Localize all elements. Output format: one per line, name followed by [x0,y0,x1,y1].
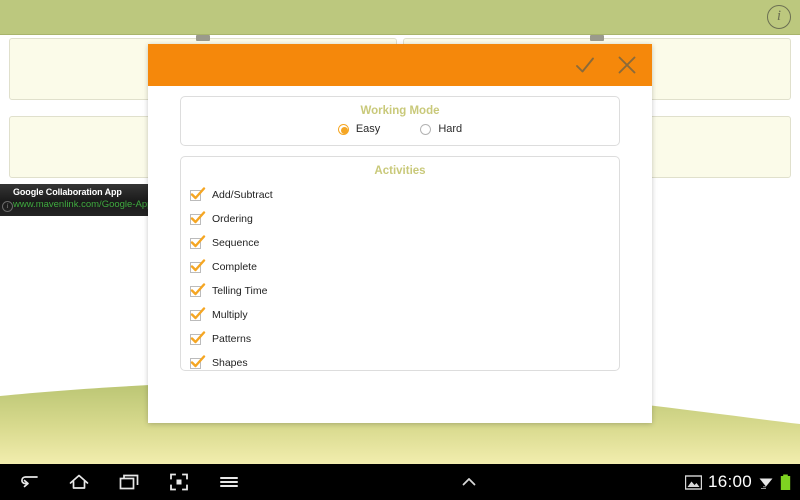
menu-button[interactable] [204,464,254,500]
activity-label: Sequence [212,237,260,249]
activity-label: Shapes [212,357,248,369]
recents-button[interactable] [104,464,154,500]
activity-row[interactable]: Ordering [181,207,619,231]
checkbox-checked[interactable] [190,354,206,369]
checkbox-checked[interactable] [190,186,206,201]
checkmark-icon [190,282,206,295]
working-mode-panel: Working Mode Easy Hard [180,96,620,146]
activity-row[interactable]: Sequence [181,231,619,255]
checkmark-icon [190,354,206,367]
android-navbar: 16:00 [0,464,800,500]
checkmark-icon [190,210,206,223]
activities-panel: Activities Add/Subtract Ordering Sequence C… [180,156,620,371]
settings-dialog: Working Mode Easy Hard Activities Add/Su… [148,44,652,423]
back-icon [21,476,38,488]
checkmark-icon [190,306,206,319]
activity-row[interactable]: Multiply [181,303,619,327]
activity-row[interactable]: Complete [181,255,619,279]
wifi-icon [759,478,773,489]
checkbox-checked[interactable] [190,234,206,249]
card-tab [590,35,604,41]
clock: 16:00 [707,472,752,491]
working-mode-title: Working Mode [360,105,440,117]
menu-icon [220,477,238,487]
recents-icon [119,474,139,490]
radio-easy-label: Easy [355,123,381,135]
close-icon [618,56,636,74]
checkmark-icon [190,186,206,199]
dialog-body: Working Mode Easy Hard Activities Add/Su… [148,86,652,371]
info-icon[interactable]: i [767,5,791,29]
radio-option-hard[interactable]: Hard [420,123,462,135]
navbar-center-group [254,464,685,500]
ad-info-icon[interactable]: i [2,201,13,212]
activity-row[interactable]: Patterns [181,327,619,351]
activity-row[interactable]: Shapes [181,351,619,375]
checkmark-icon [190,258,206,271]
activity-label: Add/Subtract [212,189,273,201]
chevron-up-icon [463,478,476,486]
expand-button[interactable] [444,464,494,500]
ad-title: Google Collaboration App [13,187,122,197]
radio-hard-icon [420,123,432,135]
screenshot-icon [170,473,188,491]
home-icon [69,474,89,489]
navbar-status-group[interactable]: 16:00 [684,472,800,492]
ad-url: www.mavenlink.com/Google-Apps [13,199,152,210]
dialog-header [148,44,652,86]
activity-label: Ordering [212,213,253,225]
checkbox-checked[interactable] [190,306,206,321]
tablet-screen: i Google Collaboration App www.mavenlink… [0,0,800,500]
screenshot-button[interactable] [154,464,204,500]
activities-title: Activities [374,165,426,177]
activity-label: Patterns [212,333,252,345]
cancel-button[interactable] [612,50,642,80]
back-button[interactable] [4,464,54,500]
card-tab [196,35,210,41]
checkmark-icon [190,234,206,247]
radio-easy-icon [337,123,349,135]
confirm-button[interactable] [570,50,600,80]
checkbox-checked[interactable] [190,330,206,345]
navbar-left-group [0,464,254,500]
checkbox-checked[interactable] [190,258,206,273]
radio-option-easy[interactable]: Easy [337,123,381,135]
activities-list: Add/Subtract Ordering Sequence Complete Tell… [181,183,619,375]
checkbox-checked[interactable] [190,282,206,297]
activity-row[interactable]: Add/Subtract [181,183,619,207]
checkmark-icon [190,330,206,343]
radio-hard-label: Hard [438,123,463,135]
battery-icon [780,474,791,490]
ad-banner[interactable]: Google Collaboration App www.mavenlink.c… [0,184,152,216]
home-button[interactable] [54,464,104,500]
check-icon [576,57,594,73]
app-topbar: i [0,0,800,35]
activity-label: Telling Time [212,285,268,297]
checkbox-checked[interactable] [190,210,206,225]
image-icon [684,474,702,490]
working-mode-options: Easy Hard [181,123,619,135]
activity-label: Multiply [212,309,248,321]
activity-row[interactable]: Telling Time [181,279,619,303]
activity-label: Complete [212,261,257,273]
